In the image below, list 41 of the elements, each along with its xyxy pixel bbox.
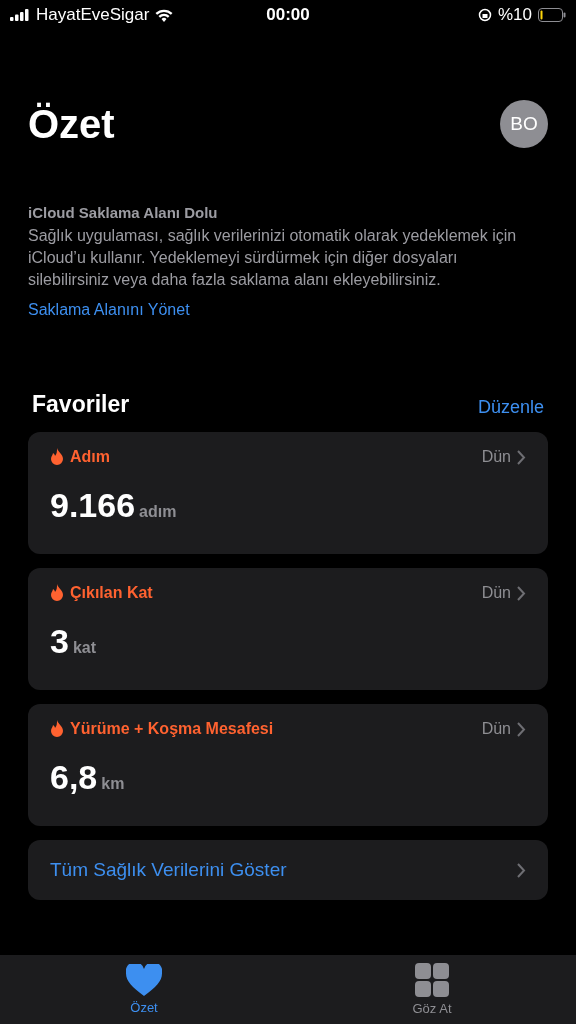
tab-bar-item[interactable]: Özet xyxy=(0,955,288,1024)
metric-date: Dün xyxy=(481,584,511,602)
carrier-name: HayatEveSigar xyxy=(36,5,150,25)
metric-unit: adım xyxy=(139,503,177,521)
profile-avatar[interactable]: BO xyxy=(500,100,548,148)
edit-link[interactable]: Düzenle xyxy=(477,397,544,418)
battery-icon xyxy=(538,8,566,22)
metric-card[interactable]: Yürüme + Koşma Mesafesi Dün 6,8 km xyxy=(28,704,548,826)
flame-icon xyxy=(50,720,64,738)
metric-card[interactable]: Adım Dün 9.166 adım xyxy=(28,432,548,554)
metric-date: Dün xyxy=(481,448,511,466)
manage-storage-link[interactable]: Saklama Alanını Yönet xyxy=(28,301,190,319)
chevron-icon xyxy=(517,449,526,465)
page-title: Özet xyxy=(28,101,115,147)
signal-icon xyxy=(10,9,30,21)
metric-value: 9.166 xyxy=(50,486,136,525)
metric-label: Adım xyxy=(70,448,111,466)
section-title: Favoriler xyxy=(32,391,130,418)
notice-text: Sağlık uygulaması, sağlık verilerinizi otomatik olarak yedeklemek için iCloud’u kullanır. Yedeklemeyi sürdürmek için diğer dosyaları silebilirsiniz veya daha fazla saklama alanı ekleyebilirsiniz. xyxy=(28,226,518,290)
metric-unit: km xyxy=(101,775,125,793)
tab-bar-item[interactable]: Göz At xyxy=(288,955,576,1024)
chevron-icon xyxy=(517,585,526,601)
clock-time: 00:00 xyxy=(266,5,310,25)
metric-label: Çıkılan Kat xyxy=(70,584,154,602)
rotation-lock-icon xyxy=(478,8,492,22)
flame-icon xyxy=(50,584,64,602)
metric-card[interactable]: Çıkılan Kat Dün 3 kat xyxy=(28,568,548,690)
metric-value: 3 xyxy=(50,622,69,661)
heart-icon xyxy=(126,964,162,996)
wifi-icon xyxy=(155,8,174,22)
show-all-data-button[interactable]: Tüm Sağlık Verilerini Göster xyxy=(28,840,548,900)
metric-value: 6,8 xyxy=(50,758,98,797)
chevron-icon xyxy=(517,721,526,737)
flame-icon xyxy=(50,448,64,466)
metric-label: Yürüme + Koşma Mesafesi xyxy=(70,720,275,738)
grid-icon xyxy=(415,963,449,997)
notice-title: iCloud Saklama Alanı Dolu xyxy=(28,204,219,221)
battery-percent: %10 xyxy=(498,5,532,25)
metric-date: Dün xyxy=(481,720,511,738)
metric-unit: kat xyxy=(72,639,97,657)
chevron-icon xyxy=(517,862,526,878)
